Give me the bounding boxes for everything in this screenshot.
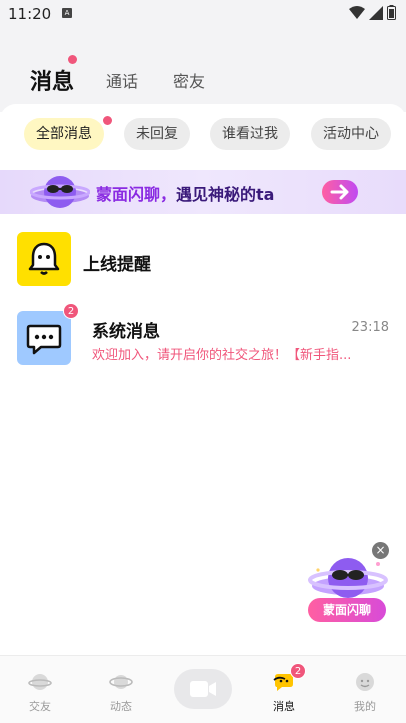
banner-arrow-button[interactable] <box>322 180 358 204</box>
planet-icon <box>28 674 52 690</box>
floating-label[interactable]: 蒙面闪聊 <box>308 598 386 622</box>
status-bar: 11:20 A <box>0 0 406 28</box>
row-title-online-alert: 上线提醒 <box>83 255 151 275</box>
chip-unreplied[interactable]: 未回复 <box>124 118 190 150</box>
messages-tab-badge: 2 <box>290 663 306 679</box>
status-time: 11:20 <box>8 5 52 23</box>
banner-text-part2: 遇见神秘的ta <box>176 185 275 204</box>
chat-icon-tile <box>17 311 71 365</box>
tab-make-friends[interactable]: 交友 <box>10 656 70 723</box>
banner-text: 蒙面闪聊，遇见神秘的ta <box>96 181 274 205</box>
chip-who-viewed-me[interactable]: 谁看过我 <box>210 118 290 150</box>
tab-label-messages: 消息 <box>273 700 295 713</box>
status-icons <box>349 5 396 20</box>
wifi-icon <box>349 5 365 19</box>
tab-label-profile: 我的 <box>354 700 376 713</box>
tab-messages[interactable]: 消息 <box>30 64 74 96</box>
video-call-button[interactable] <box>174 669 232 709</box>
bell-icon <box>28 242 60 275</box>
row-title-system-message: 系统消息 <box>92 322 160 342</box>
tab-messages-dot <box>68 55 77 64</box>
tab-moments[interactable]: 动态 <box>91 656 151 723</box>
notification-icon: A <box>62 8 72 18</box>
row-preview: 欢迎加入，请开启你的社交之旅！【新手指... <box>92 348 352 363</box>
tab-calls[interactable]: 通话 <box>106 68 138 92</box>
bottom-tab-bar: 交友 动态 2 消息 我的 <box>0 655 406 723</box>
chip-activity-center[interactable]: 活动中心 <box>311 118 391 150</box>
tab-close-friends[interactable]: 密友 <box>173 68 205 92</box>
chat-icon <box>26 324 62 355</box>
battery-icon <box>387 5 396 20</box>
tab-label-make-friends: 交友 <box>29 700 51 713</box>
row-time: 23:18 <box>351 320 389 335</box>
tab-messages-bottom[interactable]: 2 消息 <box>254 656 314 723</box>
masked-chat-banner[interactable]: 蒙面闪聊，遇见神秘的ta <box>0 170 406 214</box>
arrow-right-icon <box>330 184 349 200</box>
mascot-planet-icon <box>30 176 90 208</box>
system-message-badge: 2 <box>63 303 79 319</box>
chip-all-dot <box>103 116 112 125</box>
signal-icon <box>369 5 383 20</box>
chip-all-messages[interactable]: 全部消息 <box>24 118 104 150</box>
floating-close-button[interactable]: × <box>372 542 389 559</box>
profile-icon <box>356 673 374 691</box>
video-camera-icon <box>190 681 216 697</box>
bell-icon-tile <box>17 232 71 286</box>
tab-label-moments: 动态 <box>110 700 132 713</box>
tab-profile[interactable]: 我的 <box>335 656 395 723</box>
banner-text-part1: 蒙面闪聊， <box>96 185 177 204</box>
planet-ring-icon <box>109 675 133 689</box>
